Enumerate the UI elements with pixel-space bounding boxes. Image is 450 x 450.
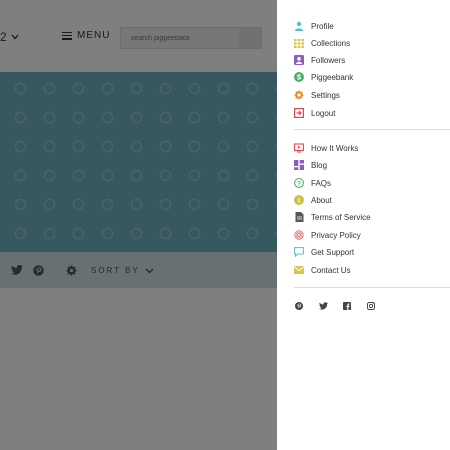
- menu-item-collections[interactable]: Collections: [294, 36, 350, 50]
- menu-item-label: About: [311, 195, 332, 205]
- menu-item-label: Followers: [311, 55, 346, 65]
- menu-item-label: How It Works: [311, 143, 359, 153]
- menu-item-label: Get Support: [311, 247, 355, 257]
- menu-item-blog[interactable]: Blog: [294, 158, 327, 172]
- facebook-icon[interactable]: [342, 301, 352, 311]
- menu-item-label: Collections: [311, 38, 351, 48]
- social-links: [294, 301, 376, 311]
- menu-item-get-support[interactable]: Get Support: [294, 245, 354, 259]
- envelope-icon: [294, 265, 304, 275]
- document-icon: [294, 212, 304, 222]
- side-menu: Profile Collections Followers $ Piggeeba…: [277, 0, 450, 450]
- menu-item-label: Terms of Service: [311, 212, 371, 222]
- instagram-icon[interactable]: [366, 301, 376, 311]
- dollar-icon: $: [294, 72, 304, 82]
- logout-icon: [294, 108, 304, 118]
- menu-item-privacy-policy[interactable]: Privacy Policy: [294, 228, 361, 242]
- menu-item-settings[interactable]: Settings: [294, 88, 340, 102]
- menu-item-faqs[interactable]: ? FAQs: [294, 176, 331, 190]
- menu-item-label: Contact Us: [311, 265, 351, 275]
- blog-icon: [294, 160, 304, 170]
- menu-item-label: Piggeebank: [311, 72, 354, 82]
- menu-item-terms-of-service[interactable]: Terms of Service: [294, 210, 371, 224]
- menu-item-followers[interactable]: Followers: [294, 53, 345, 67]
- tv-icon: [294, 143, 304, 153]
- twitter-icon[interactable]: [318, 301, 328, 311]
- menu-item-piggeebank[interactable]: $ Piggeebank: [294, 70, 353, 84]
- menu-item-how-it-works[interactable]: How It Works: [294, 141, 358, 155]
- menu-item-about[interactable]: i About: [294, 193, 332, 207]
- menu-item-label: Profile: [311, 21, 334, 31]
- svg-text:i: i: [298, 197, 300, 205]
- menu-item-label: Settings: [311, 90, 340, 100]
- menu-item-label: Blog: [311, 160, 328, 170]
- menu-item-contact-us[interactable]: Contact Us: [294, 263, 351, 277]
- chat-icon: [294, 247, 304, 257]
- menu-divider: [294, 129, 450, 130]
- menu-item-profile[interactable]: Profile: [294, 19, 334, 33]
- gear-icon: [294, 90, 304, 100]
- pinterest-icon[interactable]: [294, 301, 304, 311]
- menu-item-label: FAQs: [311, 178, 332, 188]
- followers-icon: [294, 55, 304, 65]
- info-icon: i: [294, 195, 304, 205]
- menu-item-label: Privacy Policy: [311, 230, 361, 240]
- menu-item-logout[interactable]: Logout: [294, 106, 335, 120]
- fingerprint-icon: [294, 230, 304, 240]
- menu-item-label: Logout: [311, 108, 336, 118]
- svg-text:?: ?: [297, 180, 301, 187]
- grid-icon: [294, 38, 304, 48]
- question-icon: ?: [294, 178, 304, 188]
- menu-divider: [294, 287, 450, 288]
- person-icon: [294, 21, 304, 31]
